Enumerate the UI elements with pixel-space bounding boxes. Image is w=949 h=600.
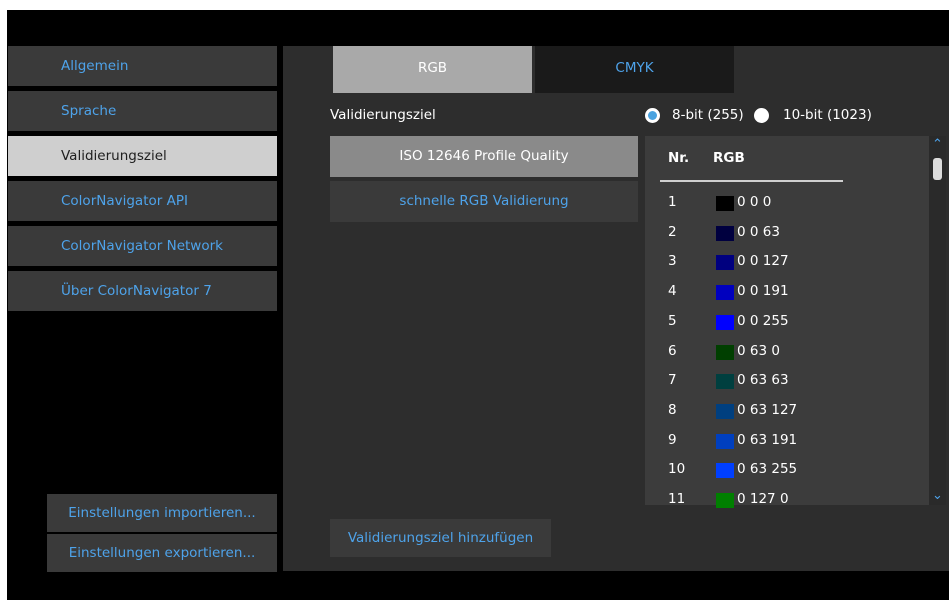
table-header-nr: Nr. xyxy=(668,150,690,166)
color-swatch xyxy=(716,374,734,389)
radio-10bit-label[interactable]: 10-bit (1023) xyxy=(783,107,872,123)
add-validation-target-button[interactable]: Validierungsziel hinzufügen xyxy=(330,519,551,557)
window-edge-top xyxy=(0,0,949,10)
color-swatch xyxy=(716,315,734,330)
radio-10bit[interactable] xyxy=(754,108,769,123)
table-row-nr: 10 xyxy=(668,461,686,477)
table-scrollbar[interactable] xyxy=(929,136,946,505)
sidebar-item-allgemein[interactable]: Allgemein xyxy=(8,46,277,86)
sidebar-item-validierungsziel[interactable]: Validierungsziel xyxy=(8,136,277,176)
table-row-nr: 4 xyxy=(668,283,677,299)
color-swatch xyxy=(716,463,734,478)
table-row-rgb: 0 127 0 xyxy=(737,491,789,507)
table-row-nr: 9 xyxy=(668,432,677,448)
color-swatch xyxy=(716,493,734,508)
table-row-nr: 1 xyxy=(668,194,677,210)
sidebar-item-about[interactable]: Über ColorNavigator 7 xyxy=(8,271,277,311)
table-row-rgb: 0 0 63 xyxy=(737,224,780,240)
table-row-nr: 11 xyxy=(668,491,686,507)
table-row-rgb: 0 63 255 xyxy=(737,461,798,477)
color-swatch xyxy=(716,226,734,241)
export-settings-button[interactable]: Einstellungen exportieren... xyxy=(47,534,277,572)
table-row-rgb: 0 0 191 xyxy=(737,283,789,299)
color-swatch xyxy=(716,196,734,211)
table-row-nr: 8 xyxy=(668,402,677,418)
window-edge-left xyxy=(0,0,7,600)
table-row-nr: 2 xyxy=(668,224,677,240)
table-row-nr: 5 xyxy=(668,313,677,329)
import-settings-button[interactable]: Einstellungen importieren... xyxy=(47,494,277,532)
target-quick-rgb[interactable]: schnelle RGB Validierung xyxy=(330,181,638,222)
sidebar-item-sprache[interactable]: Sprache xyxy=(8,91,277,131)
color-swatch xyxy=(716,404,734,419)
color-swatch xyxy=(716,345,734,360)
table-row-rgb: 0 0 127 xyxy=(737,253,789,269)
table-row-rgb: 0 0 0 xyxy=(737,194,772,210)
scroll-up-icon[interactable]: ⌃ xyxy=(929,137,946,153)
tab-rgb[interactable]: RGB xyxy=(333,46,532,93)
table-row-rgb: 0 63 191 xyxy=(737,432,798,448)
table-row-rgb: 0 63 127 xyxy=(737,402,798,418)
sidebar-item-colornavigator-api[interactable]: ColorNavigator API xyxy=(8,181,277,221)
table-header-divider xyxy=(660,180,843,182)
table-row-nr: 7 xyxy=(668,372,677,388)
target-iso-12646[interactable]: ISO 12646 Profile Quality xyxy=(330,136,638,177)
table-header-rgb: RGB xyxy=(713,150,745,166)
color-swatch xyxy=(716,285,734,300)
scroll-down-icon[interactable]: ⌄ xyxy=(929,488,946,504)
table-row-rgb: 0 63 63 xyxy=(737,372,789,388)
table-row-nr: 6 xyxy=(668,343,677,359)
radio-8bit[interactable] xyxy=(645,108,660,123)
radio-8bit-label[interactable]: 8-bit (255) xyxy=(672,107,744,123)
tab-cmyk[interactable]: CMYK xyxy=(535,46,734,93)
scrollbar-thumb[interactable] xyxy=(933,158,942,180)
section-label: Validierungsziel xyxy=(330,107,436,123)
table-row-rgb: 0 63 0 xyxy=(737,343,780,359)
color-swatch xyxy=(716,255,734,270)
table-row-rgb: 0 0 255 xyxy=(737,313,789,329)
color-swatch xyxy=(716,434,734,449)
sidebar-item-colornavigator-network[interactable]: ColorNavigator Network xyxy=(8,226,277,266)
table-row-nr: 3 xyxy=(668,253,677,269)
